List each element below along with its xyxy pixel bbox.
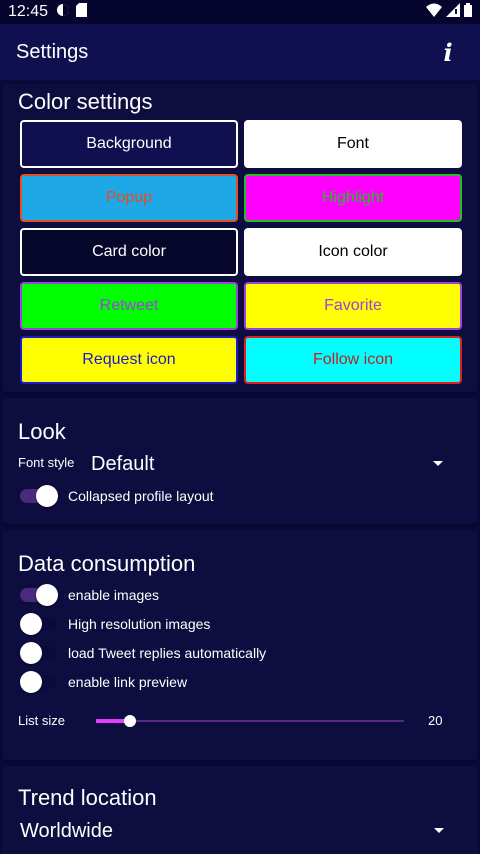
dropdown-arrow-icon	[433, 461, 443, 466]
signal-icon	[446, 2, 460, 22]
list-size-value: 20	[428, 713, 443, 728]
list-size-slider[interactable]	[96, 710, 404, 732]
wifi-icon	[426, 3, 442, 22]
font-style-dropdown[interactable]: Default	[91, 451, 451, 477]
trend-location-value: Worldwide	[20, 819, 113, 842]
slider-thumb[interactable]	[123, 715, 136, 727]
look-title: Look	[18, 419, 66, 444]
data-toggle-row: High resolution images	[18, 613, 210, 635]
switch-thumb	[36, 485, 58, 507]
sd-card-icon	[76, 2, 88, 22]
data-consumption-card: Data consumption enable images High resol…	[2, 530, 478, 760]
switch-thumb	[20, 613, 42, 635]
collapsed-profile-toggle[interactable]	[18, 485, 58, 507]
collapsed-profile-row: Collapsed profile layout	[18, 485, 214, 507]
data-toggle-switch[interactable]	[18, 642, 58, 664]
color-button-request-icon[interactable]: Request icon	[20, 336, 238, 384]
switch-thumb	[20, 671, 42, 693]
data-toggle-label: enable images	[68, 587, 160, 603]
font-style-value: Default	[91, 452, 155, 475]
data-toggle-row: enable images	[18, 584, 159, 606]
data-toggle-row: load Tweet replies automatically	[18, 642, 266, 664]
data-toggle-row: enable link preview	[18, 671, 187, 693]
slider-track	[96, 720, 404, 722]
color-button-grid: Background Font Popup Highlight Card color Ic…	[20, 120, 462, 384]
data-toggle-switch[interactable]	[18, 613, 58, 635]
color-button-icon-color[interactable]: Icon color	[244, 228, 462, 276]
circle-half-icon	[56, 3, 70, 22]
list-size-label: List size	[18, 713, 65, 728]
color-button-highlight[interactable]: Highlight	[244, 174, 462, 222]
color-button-font[interactable]: Font	[244, 120, 462, 168]
status-bar: 12:45	[0, 0, 480, 24]
data-toggle-label: load Tweet replies automatically	[68, 645, 267, 661]
color-button-card-color[interactable]: Card color	[20, 228, 238, 276]
switch-thumb	[36, 584, 58, 606]
font-style-label: Font style	[18, 455, 75, 470]
data-toggle-label: enable link preview	[68, 674, 188, 690]
page-title: Settings	[16, 40, 89, 63]
color-button-popup[interactable]: Popup	[20, 174, 238, 222]
switch-thumb	[20, 642, 42, 664]
color-settings-title: Color settings	[18, 89, 153, 114]
color-button-background[interactable]: Background	[20, 120, 238, 168]
dropdown-arrow-icon	[434, 828, 444, 833]
look-card: Look Font style Default Collapsed profil…	[2, 398, 478, 524]
trend-location-card: Trend location Worldwide	[2, 766, 478, 854]
data-consumption-title: Data consumption	[18, 551, 196, 576]
data-toggle-switch[interactable]	[18, 584, 58, 606]
app-bar: Settings i	[0, 24, 480, 80]
data-toggle-switch[interactable]	[18, 671, 58, 693]
status-time: 12:45	[8, 3, 49, 20]
color-button-retweet[interactable]: Retweet	[20, 282, 238, 330]
trend-location-title: Trend location	[18, 785, 157, 810]
color-settings-card: Color settings Background Font Popup Highli…	[2, 84, 478, 392]
list-size-row: List size 20	[18, 710, 462, 732]
battery-icon	[464, 2, 472, 22]
info-icon[interactable]: i	[432, 36, 464, 68]
collapsed-profile-label: Collapsed profile layout	[68, 488, 214, 504]
data-toggle-label: High resolution images	[68, 616, 211, 632]
color-button-favorite[interactable]: Favorite	[244, 282, 462, 330]
color-button-follow-icon[interactable]: Follow icon	[244, 336, 462, 384]
trend-location-dropdown[interactable]: Worldwide	[20, 818, 450, 844]
